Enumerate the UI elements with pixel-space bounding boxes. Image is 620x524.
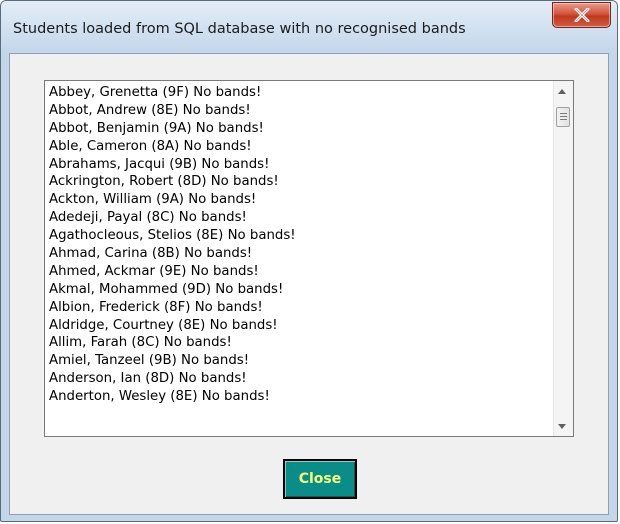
list-item[interactable]: Able, Cameron (8A) No bands! [49, 138, 551, 156]
close-icon [574, 8, 590, 22]
list-item[interactable]: Abrahams, Jacqui (9B) No bands! [49, 156, 551, 174]
list-item[interactable]: Ackton, William (9A) No bands! [49, 191, 551, 209]
list-item[interactable]: Akmal, Mohammed (9D) No bands! [49, 281, 551, 299]
scroll-thumb[interactable] [556, 107, 570, 127]
chevron-up-icon[interactable] [558, 89, 566, 94]
list-item[interactable]: Aldridge, Courtney (8E) No bands! [49, 317, 551, 335]
list-item[interactable]: Anderson, Ian (8D) No bands! [49, 370, 551, 388]
list-item[interactable]: Abbot, Benjamin (9A) No bands! [49, 120, 551, 138]
list-item[interactable]: Amiel, Tanzeel (9B) No bands! [49, 352, 551, 370]
title-bar[interactable]: Students loaded from SQL database with n… [1, 1, 617, 45]
list-item[interactable]: Allim, Farah (8C) No bands! [49, 334, 551, 352]
grip-icon [560, 113, 567, 114]
vertical-scrollbar[interactable] [553, 81, 573, 436]
list-item[interactable]: Adedeji, Payal (8C) No bands! [49, 209, 551, 227]
student-list[interactable]: Abbey, Grenetta (9F) No bands! Abbot, And… [44, 80, 574, 437]
dialog-window: Students loaded from SQL database with n… [0, 0, 618, 522]
dialog-body: Abbey, Grenetta (9F) No bands! Abbot, And… [9, 53, 609, 515]
close-button[interactable]: Close [283, 459, 357, 499]
list-item[interactable]: Albion, Frederick (8F) No bands! [49, 299, 551, 317]
list-item[interactable]: Ahmed, Ackmar (9E) No bands! [49, 263, 551, 281]
list-item[interactable]: Abbey, Grenetta (9F) No bands! [49, 84, 551, 102]
grip-icon [560, 116, 567, 117]
window-title: Students loaded from SQL database with n… [13, 21, 466, 37]
list-item[interactable]: Ackrington, Robert (8D) No bands! [49, 173, 551, 191]
window-close-button[interactable] [552, 2, 611, 28]
list-item[interactable]: Abbot, Andrew (8E) No bands! [49, 102, 551, 120]
chevron-down-icon[interactable] [558, 424, 566, 429]
list-item[interactable]: Anderton, Wesley (8E) No bands! [49, 388, 551, 406]
student-list-items: Abbey, Grenetta (9F) No bands! Abbot, And… [49, 84, 551, 406]
grip-icon [560, 119, 567, 120]
list-item[interactable]: Agathocleous, Stelios (8E) No bands! [49, 227, 551, 245]
list-item[interactable]: Ahmad, Carina (8B) No bands! [49, 245, 551, 263]
